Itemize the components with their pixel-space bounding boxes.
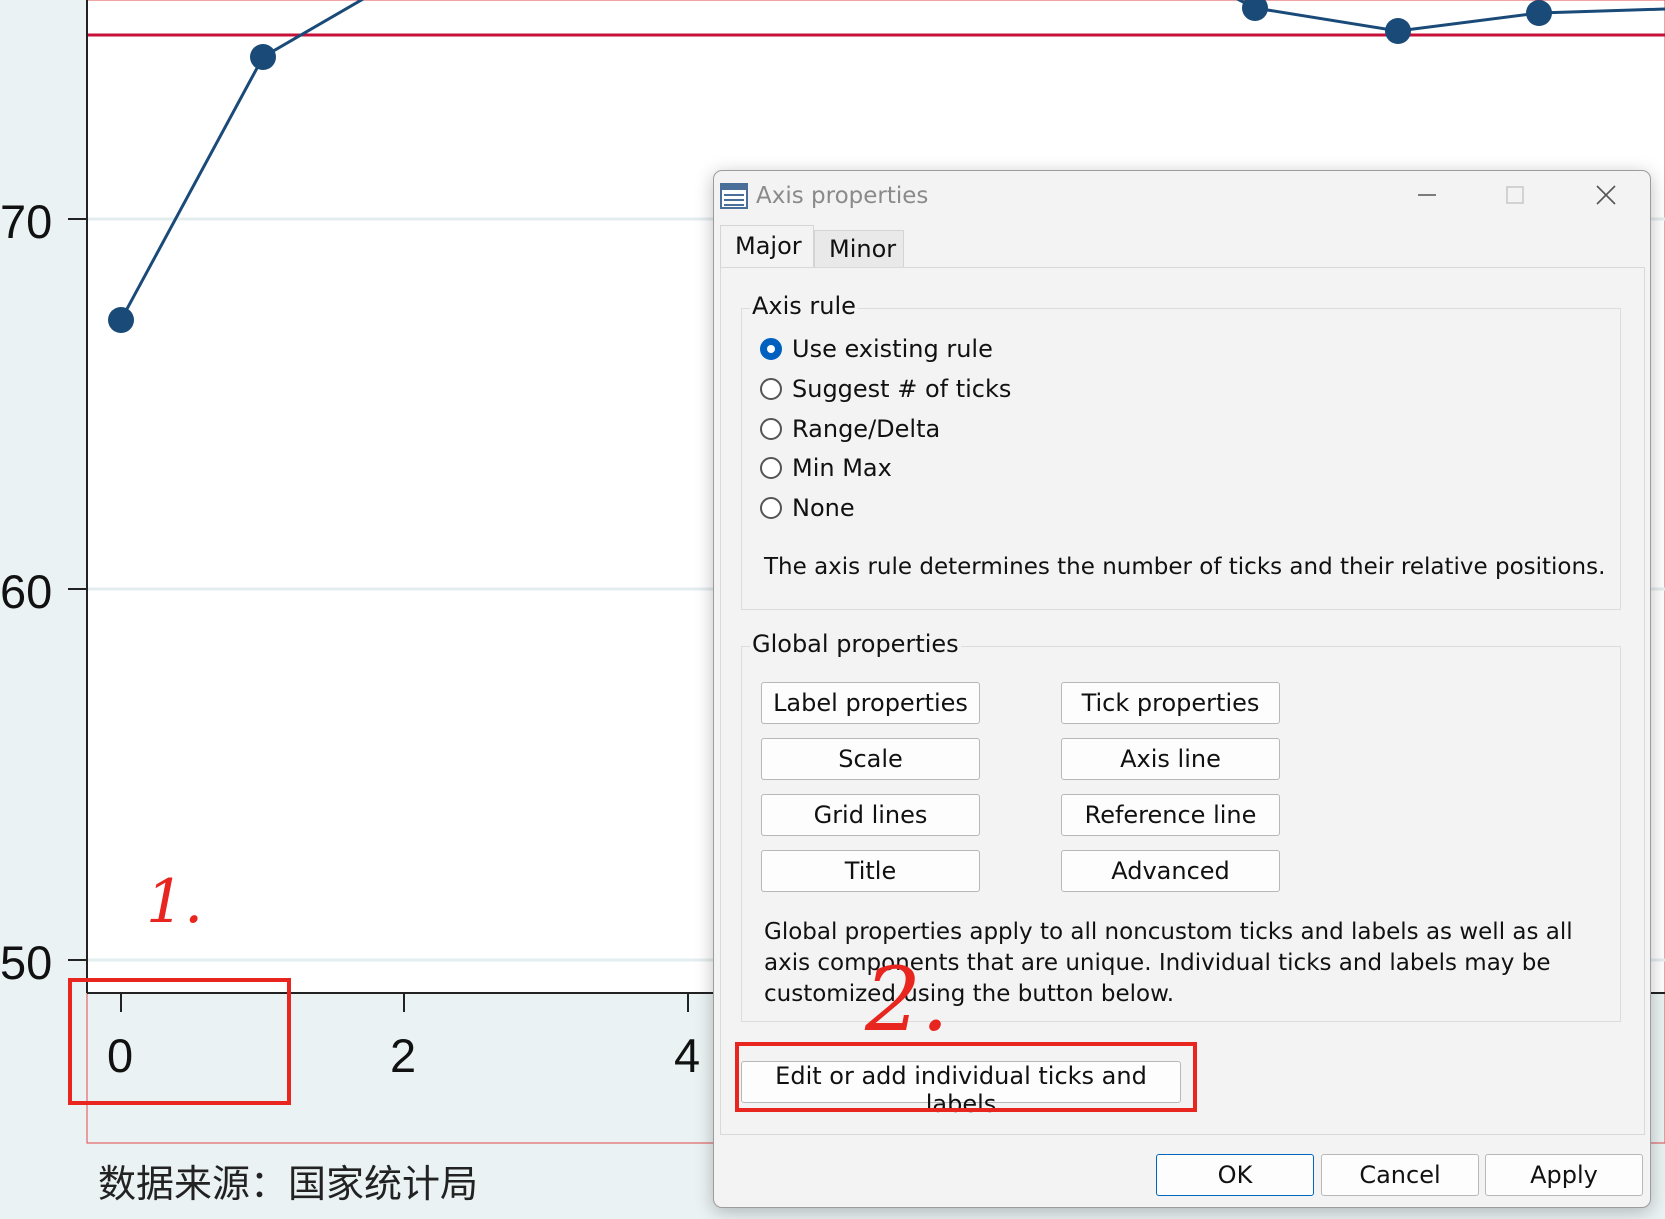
data-point (250, 44, 276, 70)
radio-button[interactable] (760, 418, 782, 440)
dialog-title: Axis properties (756, 183, 929, 209)
y-tick-label: 60 (0, 565, 53, 618)
axis-line-button[interactable]: Axis line (1061, 738, 1280, 780)
radio-label: Range/Delta (792, 415, 941, 443)
annotation-mark-2: 2. (864, 948, 949, 1040)
tab-major[interactable]: Major (720, 225, 814, 269)
radio-button[interactable] (760, 338, 782, 360)
axis-rule-group: Axis rule Use existing rule Suggest # of… (741, 292, 1621, 610)
tick-properties-button[interactable]: Tick properties (1061, 682, 1280, 724)
close-button[interactable] (1576, 175, 1636, 215)
radio-button[interactable] (760, 457, 782, 479)
apply-button[interactable]: Apply (1485, 1154, 1643, 1196)
radio-label: None (792, 494, 855, 522)
x-tick-label: 2 (390, 1029, 417, 1082)
advanced-button[interactable]: Advanced (1061, 850, 1280, 892)
data-point (1526, 0, 1552, 26)
maximize-icon (1506, 186, 1524, 204)
grid-lines-button[interactable]: Grid lines (761, 794, 980, 836)
ok-button[interactable]: OK (1156, 1154, 1314, 1196)
radio-button[interactable] (760, 497, 782, 519)
radio-label: Use existing rule (792, 335, 993, 363)
label-properties-button[interactable]: Label properties (761, 682, 980, 724)
radio-none[interactable]: None (760, 490, 855, 526)
reference-line-button[interactable]: Reference line (1061, 794, 1280, 836)
x-tick-label: 4 (674, 1029, 701, 1082)
axis-rule-legend: Axis rule (750, 292, 858, 320)
annotation-box-edit-ticks (735, 1042, 1197, 1112)
annotation-mark-1: 1. (146, 867, 204, 937)
tab-minor[interactable]: Minor (814, 230, 904, 267)
radio-use-existing-rule[interactable]: Use existing rule (760, 331, 993, 367)
data-point (1385, 18, 1411, 44)
annotation-box-axis-label (68, 978, 291, 1105)
maximize-button[interactable] (1485, 175, 1545, 215)
dialog-titlebar[interactable]: Axis properties (714, 171, 1650, 217)
radio-button[interactable] (760, 378, 782, 400)
close-icon (1596, 185, 1616, 205)
source-note: 数据来源：国家统计局 (98, 1162, 479, 1206)
radio-label: Suggest # of ticks (792, 375, 1012, 403)
scale-button[interactable]: Scale (761, 738, 980, 780)
minimize-icon (1418, 194, 1436, 196)
data-point (108, 307, 134, 333)
axis-rule-description: The axis rule determines the number of t… (764, 554, 1606, 580)
minimize-button[interactable] (1397, 175, 1457, 215)
radio-label: Min Max (792, 454, 892, 482)
global-properties-legend: Global properties (750, 630, 961, 658)
title-button[interactable]: Title (761, 850, 980, 892)
dialog-app-icon (720, 183, 748, 209)
radio-range-delta[interactable]: Range/Delta (760, 411, 940, 447)
radio-suggest-ticks[interactable]: Suggest # of ticks (760, 371, 1011, 407)
y-tick-label: 50 (0, 936, 53, 989)
annotation-mark-2-text: 2. (864, 948, 949, 1040)
radio-min-max[interactable]: Min Max (760, 450, 892, 486)
y-tick-label: 70 (0, 195, 53, 248)
cancel-button[interactable]: Cancel (1321, 1154, 1479, 1196)
